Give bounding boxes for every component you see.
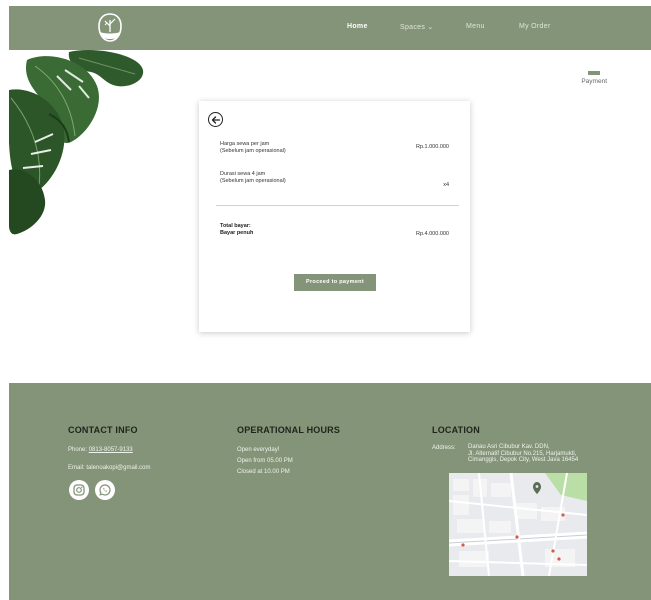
navbar: Home Spaces ⌄ Menu My Order	[9, 6, 651, 50]
payment-summary-card: Harga sewa per jam (Sebelum jam operasio…	[199, 101, 470, 332]
hours-line-3: Closed at 10.00 PM	[237, 469, 290, 475]
footer: CONTACT INFO Phone: 0813-8057-9133 Email…	[9, 383, 651, 600]
contact-phone: Phone: 0813-8057-9133	[68, 446, 133, 454]
address-label: Address:	[432, 445, 456, 451]
hourly-rate-label: Harga sewa per jam (Sebelum jam operasio…	[220, 141, 286, 154]
duration-value: x4	[443, 182, 449, 188]
phone-link[interactable]: 0813-8057-9133	[89, 447, 133, 453]
step-progress-bar	[588, 71, 601, 75]
proceed-to-payment-button[interactable]: Proceed to payment	[294, 274, 376, 291]
divider	[216, 205, 459, 206]
instagram-icon	[73, 484, 85, 496]
hourly-rate-value: Rp.1.000.000	[415, 144, 449, 150]
hours-line-1: Open everyday!	[237, 447, 280, 453]
operational-hours-title: OPERATIONAL HOURS	[237, 425, 341, 435]
phone-label: Phone:	[68, 447, 88, 453]
nav-home[interactable]: Home	[347, 23, 368, 30]
hourly-rate-label-line2: (Sebelum jam operasional)	[220, 147, 286, 154]
contact-info-title: CONTACT INFO	[68, 425, 138, 435]
whatsapp-button[interactable]	[95, 480, 115, 500]
location-title: LOCATION	[432, 425, 480, 435]
email-address[interactable]: talenoakopi@gmail.com	[86, 465, 150, 471]
back-button[interactable]	[208, 112, 223, 127]
nav-my-order[interactable]: My Order	[519, 23, 551, 30]
step-label: Payment	[581, 78, 607, 85]
total-label-line1: Total bayar:	[220, 223, 251, 229]
monstera-leaves-decoration	[9, 50, 149, 240]
contact-email: Email: talenoakopi@gmail.com	[68, 464, 150, 472]
hours-line-2: Open from 05.00 PM	[237, 458, 293, 464]
payment-step-indicator: Payment	[581, 71, 607, 85]
duration-label-line2: (Sebelum jam operasional)	[220, 177, 286, 184]
duration-label: Durasi sewa 4 jam (Sebelum jam operasion…	[220, 171, 286, 184]
total-label: Total bayar: Bayar penuh	[220, 223, 253, 236]
email-label: Email:	[68, 465, 85, 471]
nav-menu[interactable]: Menu	[466, 23, 485, 30]
tree-logo-icon[interactable]	[97, 13, 123, 43]
address-line-3: Cimanggis, Depok City, West Java 16454	[468, 457, 579, 463]
whatsapp-icon	[99, 484, 111, 496]
address-text: Danau Asri Cibubur Kav. DDN, Jl. Alterna…	[468, 444, 578, 464]
back-arrow-icon	[211, 116, 221, 124]
total-value: Rp.4.000.000	[415, 231, 449, 237]
instagram-button[interactable]	[69, 480, 89, 500]
nav-spaces-dropdown[interactable]: Spaces ⌄	[400, 23, 434, 31]
total-label-line2: Bayar penuh	[220, 229, 254, 236]
operational-hours-text: Open everyday! Open from 05.00 PM Closed…	[237, 446, 293, 476]
page: Home Spaces ⌄ Menu My Order Payment Harg…	[9, 6, 651, 600]
location-map[interactable]	[449, 473, 587, 576]
